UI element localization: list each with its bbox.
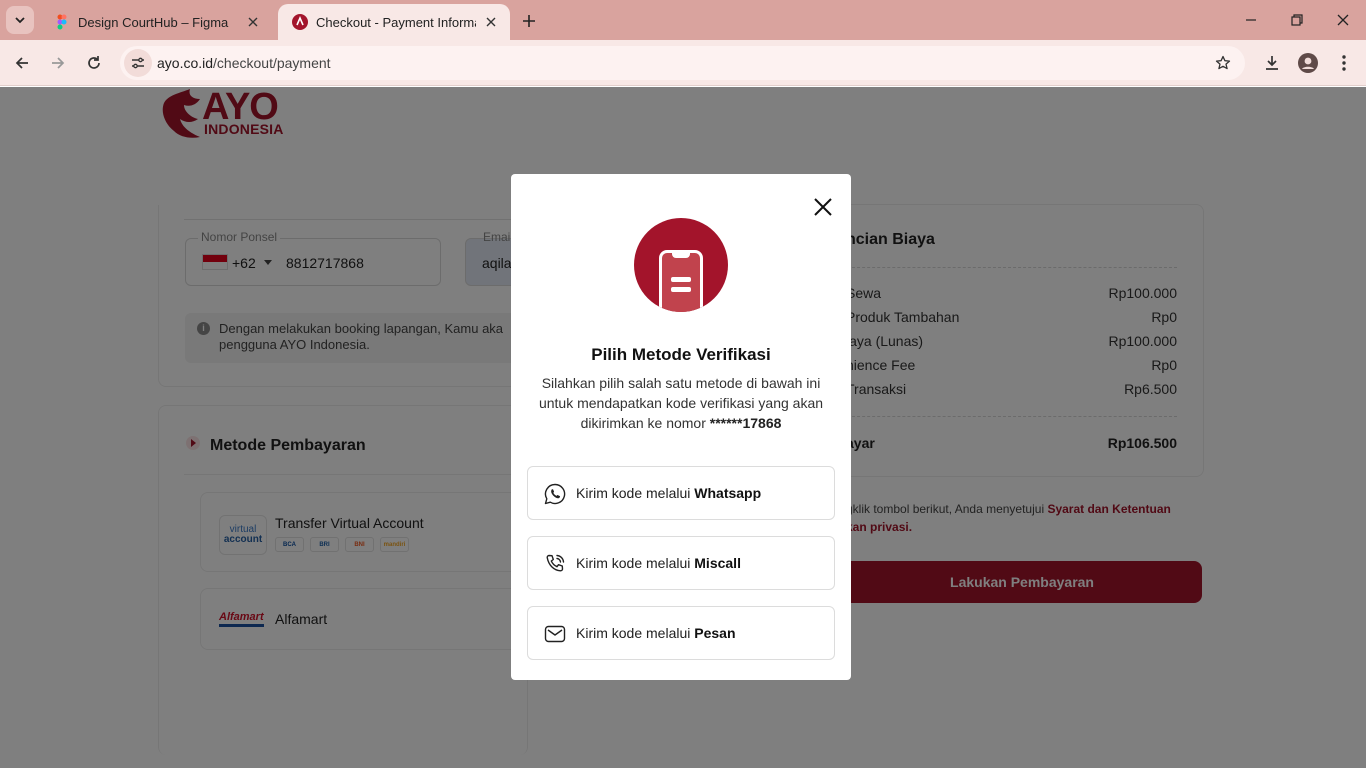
forward-button[interactable]: [45, 50, 71, 76]
close-window-button[interactable]: [1331, 8, 1355, 32]
phone-call-icon: [546, 554, 565, 572]
downloads-button[interactable]: [1259, 50, 1285, 76]
profile-button[interactable]: [1295, 50, 1321, 76]
figma-icon: [57, 14, 67, 30]
verification-modal: Pilih Metode Verifikasi Silahkan pilih s…: [511, 174, 851, 680]
close-tab-icon[interactable]: [482, 13, 500, 31]
browser-toolbar: ayo.co.id/checkout/payment: [0, 40, 1366, 86]
option-label: Kirim kode melalui Pesan: [576, 625, 736, 641]
restore-button[interactable]: [1285, 8, 1309, 32]
ayo-favicon-icon: [292, 14, 308, 30]
masked-phone-number: ******17868: [709, 415, 782, 431]
browser-tab-bar: Design CourtHub – Figma Checkout - Payme…: [0, 0, 1366, 40]
browser-menu-button[interactable]: [1331, 50, 1357, 76]
tab-checkout[interactable]: Checkout - Payment Informatio: [278, 4, 510, 40]
tab-title: Checkout - Payment Informatio: [316, 14, 476, 30]
verify-message-option[interactable]: Kirim kode melalui Pesan: [527, 606, 835, 660]
phone-verification-illustration: [634, 218, 728, 312]
option-prefix: Kirim kode melalui: [576, 625, 695, 641]
tab-search-button[interactable]: [6, 6, 34, 34]
option-prefix: Kirim kode melalui: [576, 555, 695, 571]
option-channel: Whatsapp: [694, 485, 762, 501]
minimize-icon: [1246, 19, 1256, 21]
option-channel: Pesan: [694, 625, 736, 641]
option-channel: Miscall: [694, 555, 741, 571]
arrow-right-icon: [52, 57, 65, 69]
close-modal-button[interactable]: [811, 195, 835, 219]
url-host: ayo.co.id: [157, 55, 214, 71]
url-path: /checkout/payment: [213, 55, 331, 71]
modal-title: Pilih Metode Verifikasi: [591, 345, 771, 364]
envelope-icon: [544, 625, 566, 643]
plus-icon: [523, 15, 535, 27]
close-tab-icon[interactable]: [244, 13, 262, 31]
more-vertical-icon: [1342, 55, 1346, 71]
new-tab-button[interactable]: [518, 10, 540, 32]
restore-icon: [1291, 14, 1303, 26]
star-icon: [1215, 55, 1231, 70]
smartphone-icon: [659, 250, 703, 312]
reload-icon: [88, 56, 100, 69]
option-label: Kirim kode melalui Whatsapp: [576, 485, 761, 501]
reload-button[interactable]: [81, 50, 107, 76]
verify-whatsapp-option[interactable]: Kirim kode melalui Whatsapp: [527, 466, 835, 520]
back-button[interactable]: [9, 50, 35, 76]
address-bar[interactable]: ayo.co.id/checkout/payment: [120, 46, 1245, 80]
url-text: ayo.co.id/checkout/payment: [157, 55, 331, 71]
avatar-icon: [1298, 53, 1318, 73]
arrow-left-icon: [15, 57, 28, 69]
site-info-button[interactable]: [124, 49, 152, 77]
modal-description: Silahkan pilih salah satu metode di bawa…: [527, 373, 835, 433]
option-label: Kirim kode melalui Miscall: [576, 555, 741, 571]
download-icon: [1266, 56, 1278, 70]
bookmark-button[interactable]: [1213, 53, 1233, 73]
close-icon: [1337, 14, 1349, 26]
tab-figma[interactable]: Design CourtHub – Figma: [40, 4, 272, 40]
whatsapp-icon: [544, 483, 566, 505]
minimize-button[interactable]: [1239, 8, 1263, 32]
tune-icon: [132, 57, 144, 69]
chevron-down-icon: [15, 17, 25, 24]
close-icon: [814, 198, 832, 216]
option-prefix: Kirim kode melalui: [576, 485, 695, 501]
tab-title: Design CourtHub – Figma: [78, 14, 229, 30]
verify-miscall-option[interactable]: Kirim kode melalui Miscall: [527, 536, 835, 590]
